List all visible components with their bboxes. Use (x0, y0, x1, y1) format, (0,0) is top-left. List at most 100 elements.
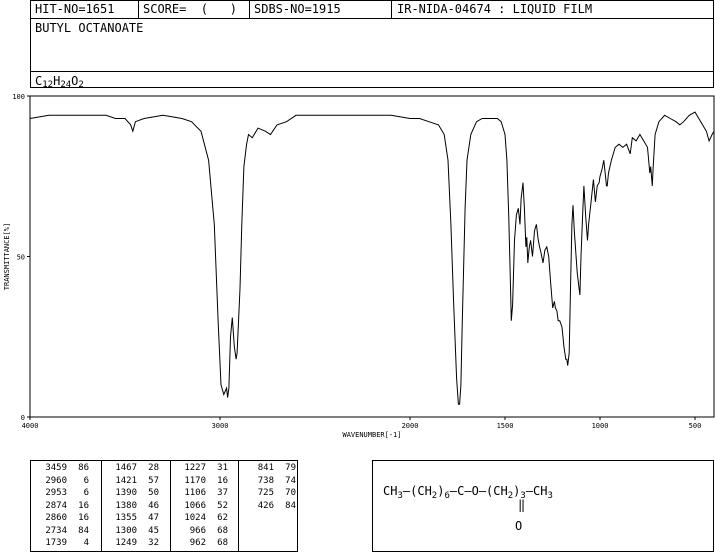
carbonyl-double-bond: ‖ (518, 498, 526, 512)
y-tick-label: 100 (12, 93, 25, 101)
peak-wavenumber: 3459 (45, 463, 67, 473)
peak-row: 1421 57 (107, 476, 159, 487)
x-tick-label: 1000 (592, 422, 609, 430)
peak-transmittance: 84 (285, 500, 296, 511)
peak-row: 1467 28 (107, 463, 159, 474)
peak-wavenumber: 738 (257, 475, 274, 486)
peak-row: 1390 50 (107, 488, 159, 499)
peak-row: 2734 84 (37, 526, 89, 537)
peak-row: 426 84 (244, 501, 296, 512)
peak-wavenumber: 1106 (184, 488, 206, 498)
ir-info: IR-NIDA-04674 : LIQUID FILM (397, 2, 593, 16)
plot-frame (29, 95, 715, 418)
peak-transmittance: 46 (148, 500, 159, 511)
peak-wavenumber: 1467 (115, 463, 137, 473)
peak-row: 2874 16 (37, 501, 89, 512)
peak-row: 725 70 (244, 488, 296, 499)
x-tick-label: 1500 (497, 422, 514, 430)
peak-transmittance: 4 (83, 538, 89, 548)
carbonyl-oxygen: O (515, 519, 523, 533)
peak-wavenumber: 725 (257, 488, 274, 498)
peak-wavenumber: 1066 (184, 500, 206, 511)
y-tick-label: 0 (21, 414, 25, 422)
peak-row: 1739 4 (37, 538, 89, 549)
peak-row: 1249 32 (107, 538, 159, 549)
molecular-formula: C12H24O2 (35, 74, 84, 90)
x-tick-label: 500 (689, 422, 702, 430)
x-tick-label: 2000 (402, 422, 419, 430)
peak-wavenumber: 1380 (115, 500, 137, 511)
peak-row: 2953 6 (37, 488, 89, 499)
peak-wavenumber: 2734 (45, 525, 67, 536)
peak-wavenumber: 1227 (184, 463, 206, 473)
peak-row: 1300 45 (107, 526, 159, 537)
peak-wavenumber: 426 (257, 500, 274, 511)
peak-row: 2960 6 (37, 476, 89, 487)
peak-row: 1170 16 (176, 476, 228, 487)
peak-transmittance: 16 (78, 513, 89, 523)
y-tick-label: 50 (17, 254, 25, 262)
peak-transmittance: 31 (217, 463, 228, 473)
peak-row: 1227 31 (176, 463, 228, 474)
sdbs-number: SDBS-NO=1915 (254, 2, 341, 16)
peak-transmittance: 70 (285, 488, 296, 498)
peak-wavenumber: 1355 (115, 513, 137, 523)
peak-transmittance: 37 (217, 488, 228, 498)
peak-row: 1380 46 (107, 501, 159, 512)
x-tick-label: 3000 (212, 422, 229, 430)
peak-transmittance: 16 (217, 475, 228, 486)
structural-formula: CH3—(CH2)6—C—O—(CH2)3—CH3 (383, 484, 553, 501)
peak-row: 738 74 (244, 476, 296, 487)
ir-spectrum-chart: 0 50 100 4000 3000 2000 1500 1000 500 WAVENUMBE… (3, 93, 715, 439)
spectrum-line (29, 111, 715, 405)
x-axis-label: WAVENUMBER[-1] (342, 431, 401, 439)
peak-wavenumber: 1170 (184, 475, 206, 486)
peak-transmittance: 32 (148, 538, 159, 548)
peak-transmittance: 50 (148, 488, 159, 498)
peak-wavenumber: 1249 (115, 538, 137, 548)
peak-transmittance: 68 (217, 538, 228, 548)
header-row: HIT-NO=1651 SCORE= ( ) SDBS-NO=1915 IR-N… (31, 1, 713, 19)
peak-wavenumber: 1390 (115, 488, 137, 498)
hit-number: HIT-NO=1651 (35, 2, 115, 16)
peak-row: 962 68 (176, 538, 228, 549)
peak-transmittance: 45 (148, 525, 159, 536)
peak-transmittance: 6 (83, 488, 89, 498)
peak-table: 3459 86 2960 6 2953 6 2874 16 2860 16 2734 84 1739 4 1… (30, 460, 298, 552)
peak-transmittance: 84 (78, 525, 89, 536)
peak-wavenumber: 2960 (45, 475, 67, 486)
peak-row: 1355 47 (107, 513, 159, 524)
peak-wavenumber: 2874 (45, 500, 67, 511)
score: SCORE= ( ) (143, 2, 237, 16)
peak-row: 841 79 (244, 463, 296, 474)
peak-transmittance: 62 (217, 513, 228, 523)
peak-transmittance: 79 (285, 463, 296, 473)
peak-wavenumber: 962 (189, 538, 206, 548)
peak-wavenumber: 2953 (45, 488, 67, 498)
peak-transmittance: 28 (148, 463, 159, 473)
peak-wavenumber: 1024 (184, 513, 206, 523)
peak-column-divider (170, 461, 171, 551)
peak-wavenumber: 2860 (45, 513, 67, 523)
peak-transmittance: 16 (78, 500, 89, 511)
compound-name: BUTYL OCTANOATE (35, 21, 144, 35)
peak-wavenumber: 841 (257, 463, 274, 473)
peak-transmittance: 6 (83, 475, 89, 486)
peak-transmittance: 47 (148, 513, 159, 523)
peak-transmittance: 74 (285, 475, 296, 486)
peak-row: 3459 86 (37, 463, 89, 474)
peak-wavenumber: 1739 (45, 538, 67, 548)
peak-wavenumber: 1300 (115, 525, 137, 536)
x-tick-label: 4000 (22, 422, 39, 430)
peak-transmittance: 68 (217, 525, 228, 536)
peak-column-divider (101, 461, 102, 551)
formula-row: C12H24O2 (31, 71, 713, 90)
peak-column-divider (238, 461, 239, 551)
structure-panel: CH3—(CH2)6—C—O—(CH2)3—CH3 ‖ O (372, 460, 714, 552)
header-panel: HIT-NO=1651 SCORE= ( ) SDBS-NO=1915 IR-N… (30, 0, 714, 90)
peak-transmittance: 57 (148, 475, 159, 486)
header-divider (391, 1, 392, 18)
peak-wavenumber: 966 (189, 525, 206, 536)
peak-wavenumber: 1421 (115, 475, 137, 486)
peak-row: 2860 16 (37, 513, 89, 524)
